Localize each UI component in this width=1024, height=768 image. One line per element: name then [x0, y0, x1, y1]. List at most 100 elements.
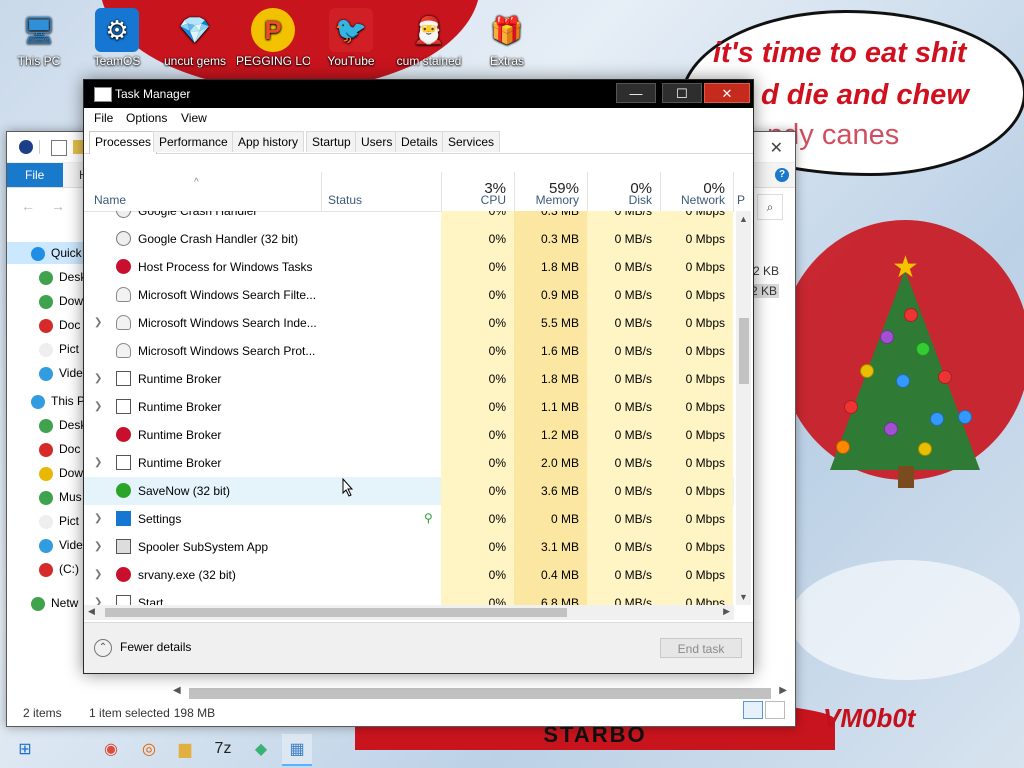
chevron-right-icon[interactable]: ❯	[94, 317, 102, 328]
fewer-details-button[interactable]: ⌃ Fewer details	[94, 639, 191, 657]
process-list[interactable]: Google Crash Handler 0% 0.3 MB 0 MB/s 0 Mbps…	[84, 211, 734, 605]
properties-icon[interactable]	[51, 140, 67, 156]
menu-options[interactable]: Options	[126, 111, 167, 125]
menu-view[interactable]: View	[181, 111, 207, 125]
forward-arrow-icon[interactable]: →	[51, 198, 65, 214]
task-manager-titlebar[interactable]: Task Manager — ☐ ✕	[84, 80, 753, 108]
process-disk: 0 MB/s	[587, 225, 660, 253]
firefox-icon[interactable]: ◎	[134, 734, 164, 764]
tab-processes[interactable]: Processes	[89, 131, 158, 154]
app-icon[interactable]: ◆	[246, 734, 276, 764]
desktop-icon-teamos[interactable]: ⚙ TeamOS	[80, 8, 154, 68]
start-icon[interactable]: ⊞	[10, 734, 40, 764]
status-selected: 1 item selected	[89, 706, 170, 720]
desktop-icon-cum-stained[interactable]: 🎅 cum stained	[392, 8, 466, 69]
chevron-right-icon[interactable]: ❯	[94, 401, 102, 412]
scroll-down-icon[interactable]: ▼	[739, 592, 748, 602]
search-icon[interactable]: ⌕	[757, 194, 783, 220]
help-icon[interactable]: ?	[775, 168, 789, 182]
process-row[interactable]: Google Crash Handler (32 bit) 0% 0.3 MB 0 M…	[84, 225, 734, 253]
maximize-button[interactable]: ☐	[662, 83, 702, 103]
column-power[interactable]: P	[733, 172, 745, 211]
ribbon-tab-file[interactable]: File	[7, 163, 63, 187]
tab-app-history[interactable]: App history	[232, 131, 305, 152]
column-disk[interactable]: 0% Disk	[587, 172, 660, 211]
scroll-thumb[interactable]	[105, 608, 567, 617]
folder-icon	[39, 366, 53, 381]
process-row[interactable]: Runtime Broker 0% 1.2 MB 0 MB/s 0 Mbps	[84, 421, 734, 449]
desktop-icon-youtube[interactable]: 🐦 YouTube	[314, 8, 388, 68]
close-button[interactable]: ✕	[704, 83, 750, 103]
process-network: 0 Mbps	[660, 477, 733, 505]
explorer-close-button[interactable]: ✕	[770, 138, 783, 158]
process-row[interactable]: Microsoft Windows Search Filte... 0% 0.9 M…	[84, 281, 734, 309]
process-row[interactable]: ❯ Settings ⚲ 0% 0 MB 0 MB/s 0 Mbps	[84, 505, 734, 533]
status-item-count: 2 items	[23, 706, 62, 720]
menu-file[interactable]: File	[94, 111, 113, 125]
explorer-horizontal-scrollbar[interactable]: ◀ ▶	[171, 685, 789, 701]
folder-icon	[39, 318, 53, 333]
tab-startup[interactable]: Startup	[306, 131, 357, 152]
column-network[interactable]: 0% Network	[660, 172, 733, 211]
tab-users[interactable]: Users	[355, 131, 399, 152]
process-cpu: 0%	[441, 309, 514, 337]
desktop-icon-pegging[interactable]: P PEGGING LOL	[236, 8, 310, 68]
column-status-cell[interactable]: Status	[321, 172, 441, 211]
process-name: Google Crash Handler (32 bit)	[138, 232, 299, 246]
process-row[interactable]: ❯ srvany.exe (32 bit) 0% 0.4 MB 0 MB/s 0 Mbps	[84, 561, 734, 589]
minimize-button[interactable]: —	[616, 83, 656, 103]
chevron-right-icon[interactable]: ❯	[94, 597, 102, 605]
chevron-right-icon[interactable]: ❯	[94, 457, 102, 468]
red-process-icon	[116, 259, 131, 274]
desktop-icon-uncut-gems[interactable]: 💎 uncut gems	[158, 8, 232, 69]
folder-icon	[39, 294, 53, 309]
process-cpu: 0%	[441, 449, 514, 477]
process-row[interactable]: Microsoft Windows Search Prot... 0% 1.6 MB…	[84, 337, 734, 365]
process-memory: 3.1 MB	[514, 533, 587, 561]
7zip-icon[interactable]: 7z	[208, 734, 238, 764]
process-memory: 1.1 MB	[514, 393, 587, 421]
tab-performance[interactable]: Performance	[153, 131, 234, 152]
process-cpu: 0%	[441, 253, 514, 281]
scroll-right-icon[interactable]: ▶	[723, 606, 730, 617]
details-view-icon[interactable]	[743, 701, 763, 719]
desktop-icon-this-pc[interactable]: 🖥 This PC	[2, 8, 76, 69]
power-label: P	[737, 193, 746, 207]
chevron-right-icon[interactable]: ❯	[94, 569, 102, 580]
scroll-thumb[interactable]	[739, 318, 749, 384]
process-row[interactable]: ❯ Start 0% 6.8 MB 0 MB/s 0 Mbps	[84, 589, 734, 605]
desktop-icon-extras[interactable]: 🎁 Extras	[470, 8, 544, 69]
process-row[interactable]: ❯ Runtime Broker 0% 2.0 MB 0 MB/s 0 Mbps	[84, 449, 734, 477]
process-disk: 0 MB/s	[587, 393, 660, 421]
tab-services[interactable]: Services	[442, 131, 501, 152]
process-row[interactable]: SaveNow (32 bit) 0% 3.6 MB 0 MB/s 0 Mbps	[84, 477, 734, 505]
scroll-left-icon[interactable]: ◀	[88, 606, 95, 617]
desktop-icon-label: PEGGING LOL	[236, 54, 310, 68]
process-row[interactable]: Google Crash Handler 0% 0.3 MB 0 MB/s 0 Mbps	[84, 211, 734, 225]
process-row[interactable]: ❯ Runtime Broker 0% 1.1 MB 0 MB/s 0 Mbps	[84, 393, 734, 421]
nav-pane-label: Pict	[59, 514, 80, 528]
scroll-up-icon[interactable]: ▲	[739, 214, 748, 224]
task-manager-window[interactable]: Task Manager — ☐ ✕ File Options View Pro…	[83, 79, 754, 674]
task-manager-icon[interactable]: ▦	[282, 734, 312, 766]
process-list-horizontal-scrollbar[interactable]: ◀ ▶	[84, 605, 734, 620]
column-cpu[interactable]: 3% CPU	[441, 172, 514, 211]
process-row[interactable]: ❯ Spooler SubSystem App 0% 3.1 MB 0 MB/s 0 Mb…	[84, 533, 734, 561]
chrome-icon[interactable]: ◉	[96, 734, 126, 764]
file-explorer-icon[interactable]: ▆	[170, 734, 200, 764]
process-network: 0 Mbps	[660, 309, 733, 337]
column-memory[interactable]: 59% Memory	[514, 172, 587, 211]
tab-details[interactable]: Details	[395, 131, 444, 152]
column-name[interactable]: Name	[94, 193, 126, 207]
process-row[interactable]: Host Process for Windows Tasks 0% 1.8 MB 0 …	[84, 253, 734, 281]
end-task-button[interactable]: End task	[660, 638, 742, 658]
process-row[interactable]: ❯ Runtime Broker 0% 1.8 MB 0 MB/s 0 Mbps	[84, 365, 734, 393]
process-list-vertical-scrollbar[interactable]: ▲ ▼	[736, 211, 751, 605]
large-icons-view-icon[interactable]	[765, 701, 785, 719]
process-row[interactable]: ❯ Microsoft Windows Search Inde... 0% 5.5 M…	[84, 309, 734, 337]
chevron-right-icon[interactable]: ❯	[94, 541, 102, 552]
process-disk: 0 MB/s	[587, 309, 660, 337]
chevron-right-icon[interactable]: ❯	[94, 373, 102, 384]
back-arrow-icon[interactable]: ←	[21, 198, 35, 214]
chevron-right-icon[interactable]: ❯	[94, 513, 102, 524]
